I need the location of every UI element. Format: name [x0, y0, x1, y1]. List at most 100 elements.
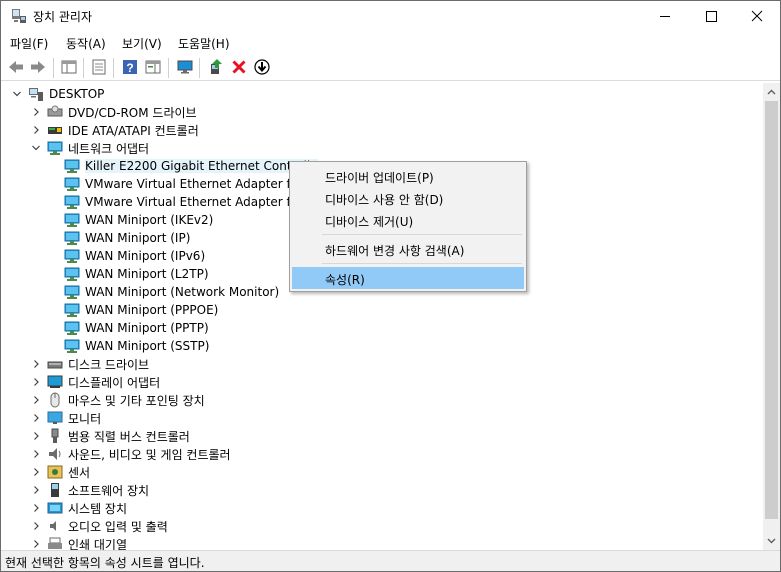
maximize-button[interactable]: [688, 1, 734, 31]
network-adapter-icon: [64, 285, 80, 299]
help-icon[interactable]: ?: [121, 58, 139, 76]
category-usb-controllers[interactable]: 범용 직렬 버스 컨트롤러: [30, 427, 190, 445]
properties-menu-item[interactable]: 속성(R): [292, 267, 524, 289]
device-tree[interactable]: DESKTOP DVD/CD-ROM 드라이브 IDE ATA/ATAPI 컨트롤러…: [1, 83, 763, 550]
category-display-adapters[interactable]: 디스플레이 어댑터: [30, 373, 160, 391]
properties-sheet-icon[interactable]: [90, 58, 108, 76]
collapsed-chevron-icon[interactable]: [30, 430, 42, 442]
menu-bar: 파일(F) 동작(A) 보기(V) 도움말(H): [1, 32, 780, 53]
update-driver-menu-item[interactable]: 드라이버 업데이트(P): [292, 165, 524, 187]
close-button[interactable]: [734, 1, 780, 31]
collapsed-chevron-icon[interactable]: [30, 484, 42, 496]
network-adapter-item[interactable]: WAN Miniport (IKEv2): [64, 211, 213, 229]
menu-file[interactable]: 파일(F): [10, 35, 48, 52]
category-ide-ata[interactable]: IDE ATA/ATAPI 컨트롤러: [30, 121, 199, 139]
device-manager-window: 장치 관리자 파일(F) 동작(A) 보기(V) 도움말(H) ? DESKTO…: [0, 0, 781, 572]
back-arrow-icon[interactable]: [7, 58, 25, 76]
network-adapter-icon: [47, 141, 63, 155]
tree-item-label: WAN Miniport (PPPOE): [85, 303, 219, 317]
collapsed-chevron-icon[interactable]: [30, 376, 42, 388]
uninstall-device-x-icon[interactable]: [230, 58, 248, 76]
tree-item-label: WAN Miniport (PPTP): [85, 321, 209, 335]
network-adapter-icon: [64, 195, 80, 209]
collapsed-chevron-icon[interactable]: [30, 124, 42, 136]
category-software-devices[interactable]: 소프트웨어 장치: [30, 481, 149, 499]
collapsed-chevron-icon[interactable]: [30, 538, 42, 550]
computer-icon: [29, 88, 43, 101]
uninstall-device-label: 디바이스 제거(U): [325, 215, 414, 229]
printer-icon: [48, 537, 62, 549]
network-adapter-item[interactable]: WAN Miniport (IP): [64, 229, 190, 247]
svg-text:?: ?: [126, 61, 133, 75]
scan-hardware-menu-item[interactable]: 하드웨어 변경 사항 검색(A): [292, 238, 524, 260]
network-adapter-icon: [64, 231, 80, 245]
uninstall-device-menu-item[interactable]: 디바이스 제거(U): [292, 209, 524, 231]
category-network-adapters[interactable]: 네트워크 어댑터: [30, 139, 149, 157]
menu-view[interactable]: 보기(V): [122, 35, 162, 52]
window-title: 장치 관리자: [33, 10, 93, 24]
tree-item-label: 범용 직렬 버스 컨트롤러: [68, 429, 190, 444]
forward-arrow-icon[interactable]: [29, 58, 47, 76]
network-adapter-icon: [64, 177, 80, 191]
tree-item-label: 인쇄 대기열: [68, 537, 128, 551]
scroll-down-icon[interactable]: [767, 536, 776, 545]
collapsed-chevron-icon[interactable]: [30, 106, 42, 118]
scan-hardware-monitor-icon[interactable]: [176, 58, 194, 76]
collapsed-chevron-icon[interactable]: [30, 394, 42, 406]
tree-item-label: 네트워크 어댑터: [68, 141, 150, 156]
enable-device-down-arrow-icon[interactable]: [253, 58, 271, 76]
network-adapter-item[interactable]: WAN Miniport (SSTP): [64, 337, 209, 355]
scrollbar-thumb[interactable]: [765, 101, 778, 519]
scroll-up-icon[interactable]: [767, 88, 776, 97]
category-disk-drives[interactable]: 디스크 드라이브: [30, 355, 149, 373]
category-audio-inputs-outputs[interactable]: 오디오 입력 및 출력: [30, 517, 168, 535]
category-sensors[interactable]: 센서: [30, 463, 90, 481]
network-adapter-icon: [64, 213, 80, 227]
network-adapter-icon: [64, 321, 80, 335]
display-adapter-icon: [47, 375, 63, 388]
menu-action[interactable]: 동작(A): [66, 35, 106, 52]
expanded-chevron-icon[interactable]: [30, 142, 42, 154]
network-adapter-item[interactable]: VMware Virtual Ethernet Adapter for V: [64, 193, 315, 211]
title-bar[interactable]: 장치 관리자: [1, 1, 780, 31]
collapsed-chevron-icon[interactable]: [30, 448, 42, 460]
category-mice[interactable]: 마우스 및 기타 포인팅 장치: [30, 391, 205, 409]
vertical-scrollbar[interactable]: [763, 83, 780, 550]
action-pane-icon[interactable]: [144, 58, 162, 76]
tree-item-label: VMware Virtual Ethernet Adapter for V: [85, 195, 316, 209]
disable-device-menu-item[interactable]: 디바이스 사용 안 함(D): [292, 187, 524, 209]
category-monitors[interactable]: 모니터: [30, 409, 101, 427]
scan-hardware-label: 하드웨어 변경 사항 검색(A): [325, 244, 465, 258]
collapsed-chevron-icon[interactable]: [30, 502, 42, 514]
collapsed-chevron-icon[interactable]: [30, 412, 42, 424]
category-dvd-cdrom[interactable]: DVD/CD-ROM 드라이브: [30, 103, 197, 121]
tree-root-desktop[interactable]: DESKTOP: [11, 85, 104, 103]
collapsed-chevron-icon[interactable]: [30, 466, 42, 478]
menu-help[interactable]: 도움말(H): [178, 35, 230, 52]
category-print-queues[interactable]: 인쇄 대기열: [30, 535, 127, 550]
update-driver-icon[interactable]: [207, 58, 225, 76]
tree-item-label: 센서: [68, 465, 91, 480]
tree-item-label: 디스크 드라이브: [68, 357, 150, 372]
menu-separator: [322, 234, 522, 235]
network-adapter-item[interactable]: WAN Miniport (PPTP): [64, 319, 209, 337]
network-adapter-item[interactable]: WAN Miniport (PPPOE): [64, 301, 218, 319]
disable-device-label: 디바이스 사용 안 함(D): [325, 193, 444, 207]
network-adapter-item[interactable]: WAN Miniport (IPv6): [64, 247, 205, 265]
properties-label: 속성(R): [325, 273, 365, 287]
tree-item-label: 디스플레이 어댑터: [68, 375, 161, 390]
category-system-devices[interactable]: 시스템 장치: [30, 499, 127, 517]
minimize-button[interactable]: [642, 1, 688, 31]
toolbar-separator: [83, 58, 84, 78]
collapsed-chevron-icon[interactable]: [30, 520, 42, 532]
expanded-chevron-icon[interactable]: [11, 88, 23, 100]
network-adapter-item[interactable]: Killer E2200 Gigabit Ethernet Controlle: [64, 157, 318, 175]
network-adapter-item[interactable]: WAN Miniport (Network Monitor): [64, 283, 279, 301]
toolbar: ?: [1, 54, 780, 81]
mouse-icon: [50, 392, 60, 408]
collapsed-chevron-icon[interactable]: [30, 358, 42, 370]
network-adapter-item[interactable]: VMware Virtual Ethernet Adapter for V: [64, 175, 315, 193]
show-hide-console-tree-icon[interactable]: [60, 58, 78, 76]
category-sound-video-game[interactable]: 사운드, 비디오 및 게임 컨트롤러: [30, 445, 231, 463]
network-adapter-item[interactable]: WAN Miniport (L2TP): [64, 265, 209, 283]
